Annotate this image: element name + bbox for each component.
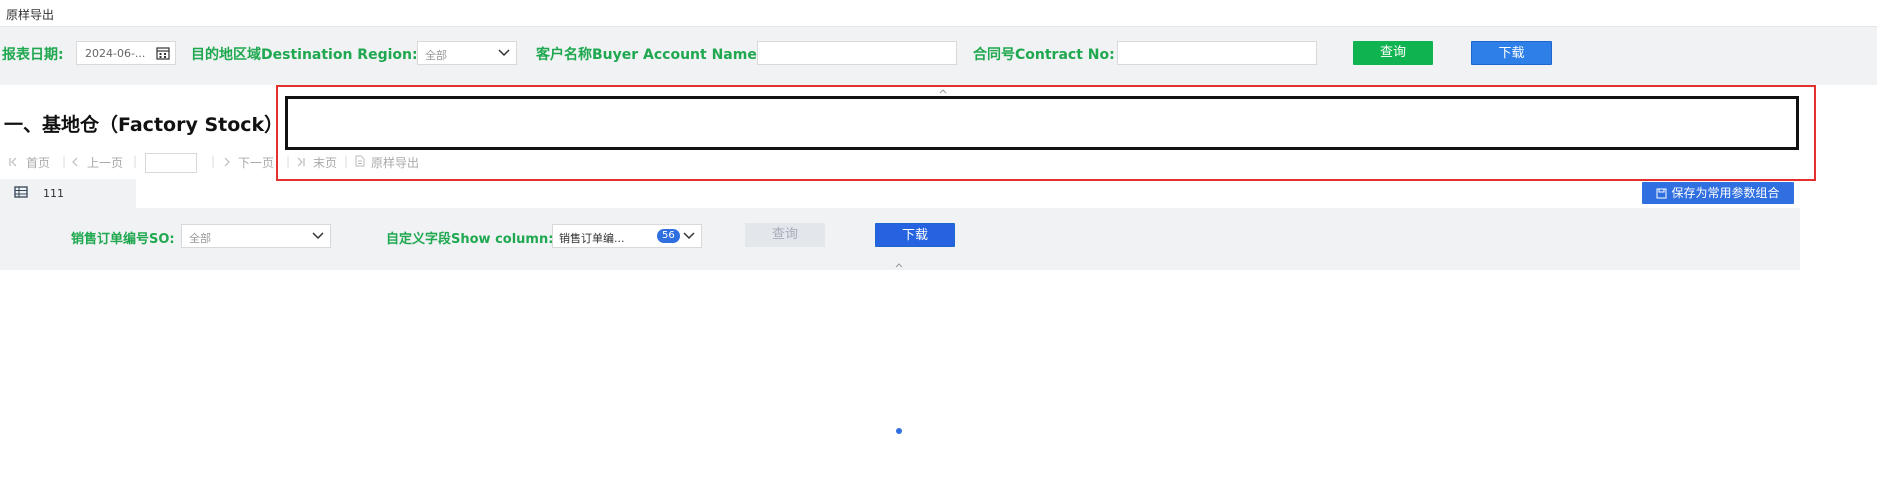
first-page-icon[interactable] (9, 157, 18, 167)
chevron-down-icon (312, 232, 324, 240)
empty-input-box[interactable] (285, 96, 1799, 150)
report-date-field[interactable]: 2024-06-... (76, 41, 176, 65)
first-page-link[interactable]: 首页 (26, 154, 50, 171)
query-button[interactable]: 查询 (1353, 41, 1433, 65)
save-params-button[interactable]: 保存为常用参数组合 (1642, 182, 1794, 204)
table-icon[interactable] (14, 186, 28, 198)
report-date-label: 报表日期: (2, 47, 64, 63)
column-value: 销售订单编... (559, 232, 625, 245)
contract-label: 合同号Contract No: (973, 47, 1115, 63)
so-select[interactable]: 全部 (181, 224, 331, 248)
save-params-label: 保存为常用参数组合 (1671, 186, 1780, 200)
next-page-icon[interactable] (224, 157, 230, 167)
pager-divider: | (211, 154, 216, 168)
column-label: 自定义字段Show column: (386, 232, 554, 247)
panel-download-button[interactable]: 下载 (875, 223, 955, 247)
so-label: 销售订单编号SO: (71, 232, 175, 247)
page-title: 原样导出 (6, 8, 55, 22)
page-number-input[interactable] (145, 153, 197, 173)
buyer-label: 客户名称Buyer Account Name: (536, 47, 763, 63)
chevron-down-icon (498, 49, 510, 57)
prev-page-link[interactable]: 上一页 (87, 154, 123, 171)
loading-indicator (896, 428, 902, 434)
top-bar: 原样导出 (0, 0, 1877, 27)
pager-divider: | (133, 154, 138, 168)
collapse-handle-icon[interactable] (895, 262, 903, 268)
column-count-badge: 56 (657, 229, 680, 243)
so-value: 全部 (189, 232, 211, 245)
region-value: 全部 (425, 49, 447, 62)
panel-query-button[interactable]: 查询 (745, 223, 825, 247)
pager-divider: | (62, 154, 67, 168)
report-date-value: 2024-06-... (85, 47, 146, 60)
contract-input[interactable] (1117, 41, 1317, 65)
region-select[interactable]: 全部 (417, 41, 517, 65)
row-id: 111 (43, 187, 64, 200)
region-label: 目的地区域Destination Region: (191, 47, 418, 63)
section-title: 一、基地仓（Factory Stock） (4, 114, 284, 136)
next-page-link[interactable]: 下一页 (238, 154, 274, 171)
download-button[interactable]: 下载 (1471, 41, 1552, 65)
buyer-input[interactable] (757, 41, 957, 65)
column-select[interactable]: 销售订单编... 56 (552, 224, 702, 248)
prev-page-icon[interactable] (72, 157, 78, 167)
save-icon (1656, 188, 1667, 199)
calendar-icon[interactable] (156, 46, 170, 60)
param-row: 111 (0, 179, 1800, 208)
chevron-down-icon (683, 232, 695, 240)
